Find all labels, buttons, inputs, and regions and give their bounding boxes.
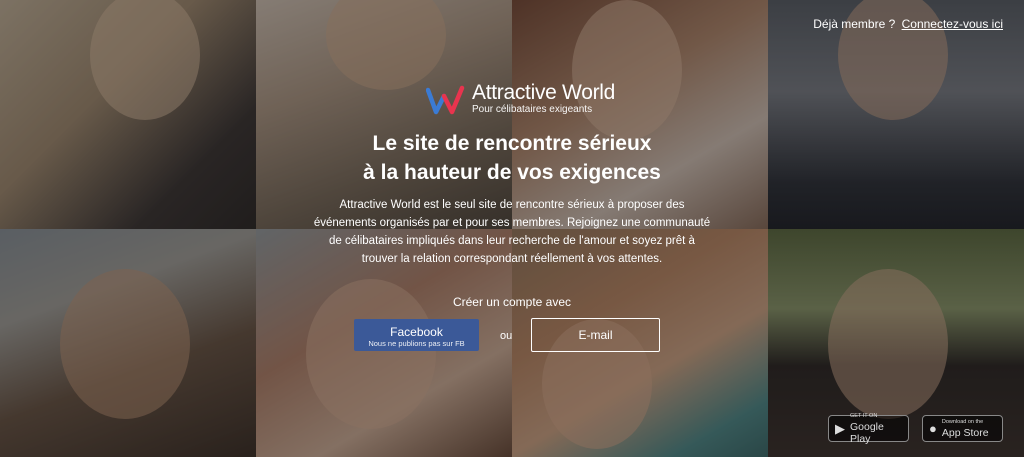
- app-store-label: App Store: [941, 427, 989, 439]
- google-play-icon: ▶: [835, 420, 845, 436]
- page-title: Le site de rencontre sérieux à la hauteu…: [0, 129, 1024, 187]
- intro-description: Attractive World est le seul site de ren…: [313, 199, 711, 265]
- headline-line-1: Le site de rencontre sérieux: [372, 132, 652, 155]
- google-play-badge[interactable]: ▶ GET IT ON Google Play: [828, 413, 909, 445]
- email-signup-button[interactable]: E-mail: [531, 318, 660, 352]
- login-link[interactable]: Connectez-vous ici: [902, 17, 1003, 31]
- logo-tagline: Pour célibataires exigeants: [472, 104, 593, 115]
- logo[interactable]: Attractive World Pour célibataires exige…: [426, 82, 615, 116]
- login-bar: Déjà membre ? Connectez-vous ici: [813, 17, 1003, 31]
- google-play-label: Google Play: [850, 421, 884, 445]
- or-separator: ou: [500, 330, 513, 342]
- headline-line-2: à la hauteur de vos exigences: [363, 161, 661, 184]
- google-play-small-text: GET IT ON: [850, 413, 878, 419]
- app-store-badge[interactable]: ● Download on the App Store: [922, 415, 1003, 442]
- apple-icon: ●: [929, 421, 937, 436]
- already-member-text: Déjà membre ?: [813, 17, 896, 31]
- facebook-button-label: Facebook: [390, 325, 443, 339]
- logo-w-icon: [426, 85, 465, 115]
- app-store-small-text: Download on the: [941, 419, 984, 425]
- create-account-label: Créer un compte avec: [452, 295, 572, 309]
- facebook-button-note: Nous ne publions pas sur FB: [368, 339, 465, 348]
- logo-name: Attractive World: [472, 81, 616, 104]
- facebook-signup-button[interactable]: Facebook Nous ne publions pas sur FB: [354, 319, 479, 351]
